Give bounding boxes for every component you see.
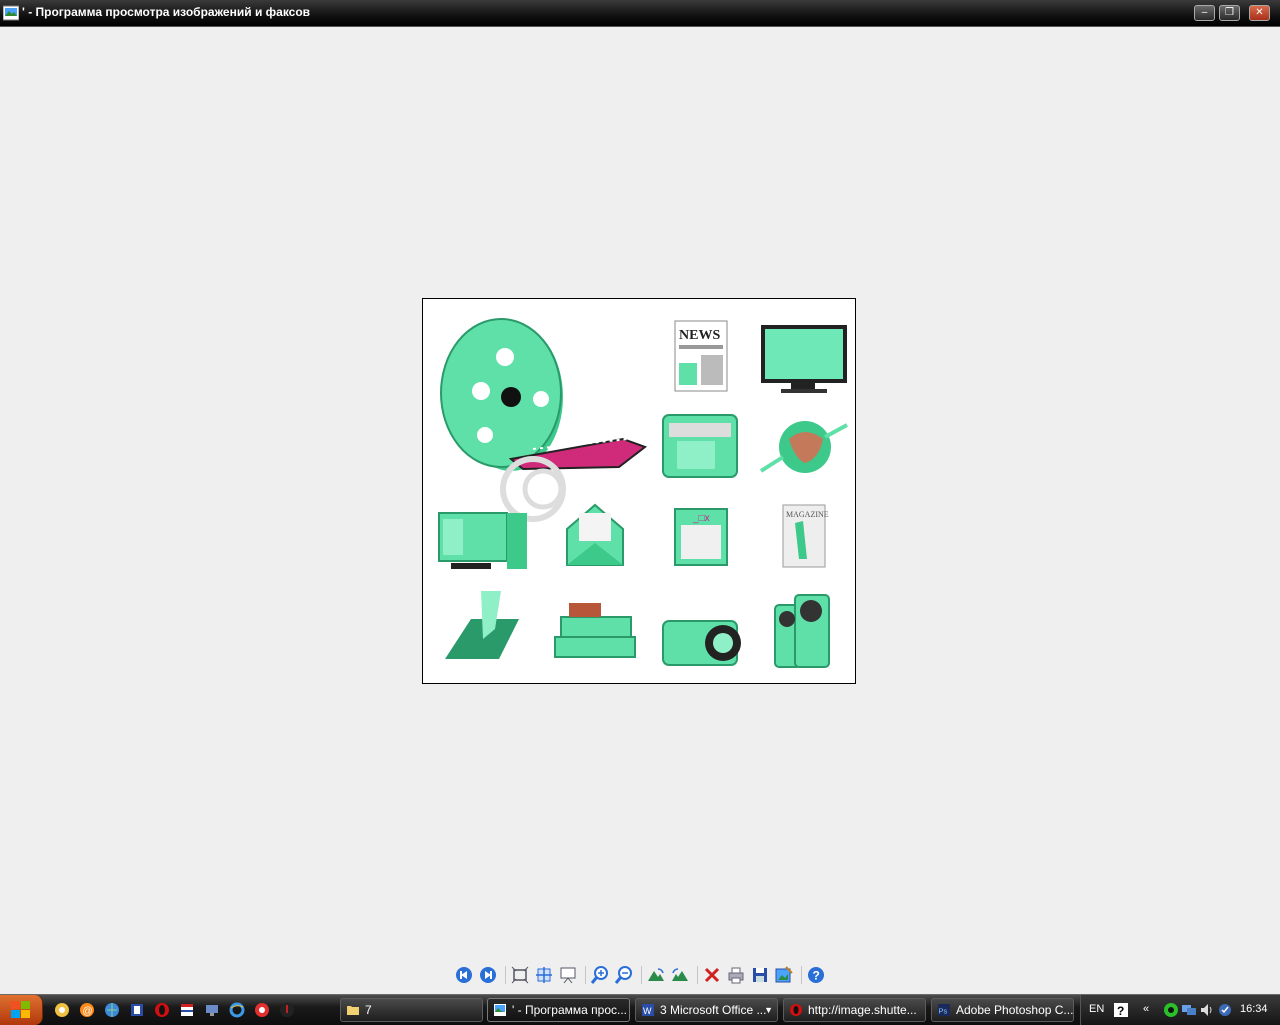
chevron-down-icon: ▼	[764, 1005, 773, 1015]
help-button[interactable]: ?	[806, 965, 826, 985]
books-icon	[554, 603, 636, 658]
opera-icon	[790, 1004, 802, 1016]
close-button[interactable]: ✕	[1249, 5, 1270, 21]
window-icon: _□x	[674, 508, 728, 566]
magazine-icon: MAGAZINE	[782, 504, 829, 568]
word-icon: W	[642, 1004, 654, 1016]
messenger-icon[interactable]	[54, 1002, 70, 1018]
camera-icon	[662, 620, 741, 666]
print-button[interactable]	[726, 965, 746, 985]
toolbar-separator	[585, 966, 586, 984]
image-viewer-icon	[494, 1004, 506, 1016]
zoom-out-button[interactable]	[614, 965, 634, 985]
rotate-counterclockwise-button[interactable]	[670, 965, 690, 985]
next-image-button[interactable]	[478, 965, 498, 985]
task-folder-7[interactable]: 7	[340, 998, 483, 1022]
zoom-in-button[interactable]	[590, 965, 610, 985]
task-adobe-photoshop[interactable]: Ps Adobe Photoshop C...	[931, 998, 1074, 1022]
best-fit-button[interactable]	[510, 965, 530, 985]
taskbar: @ 7 ' - Программа прос... W 3 Microsoft …	[0, 994, 1280, 1025]
internet-explorer-icon[interactable]	[229, 1002, 245, 1018]
icon-set-picture: NEWS _□x MAGAZINE	[438, 318, 848, 668]
slideshow-button[interactable]	[558, 965, 578, 985]
volume-icon[interactable]	[1199, 1002, 1215, 1018]
opera-icon[interactable]	[154, 1002, 170, 1018]
icq-icon[interactable]	[1163, 1002, 1179, 1018]
folder-icon	[347, 1006, 359, 1015]
window-title: ' - Программа просмотра изображений и фа…	[22, 5, 311, 19]
maximize-button[interactable]: ❐	[1219, 5, 1240, 21]
language-indicator[interactable]: EN	[1089, 1003, 1104, 1015]
show-hidden-icons-chevron[interactable]: «	[1143, 1003, 1149, 1015]
minimize-button[interactable]: –	[1194, 5, 1215, 21]
radio-icon	[662, 414, 738, 478]
save-button[interactable]	[750, 965, 770, 985]
envelope-icon	[566, 503, 624, 566]
clock[interactable]: 16:34	[1240, 1003, 1268, 1015]
task-opera-browser[interactable]: http://image.shutte...	[783, 998, 926, 1022]
network-connection-icon[interactable]	[1181, 1002, 1197, 1018]
red-app-icon[interactable]	[254, 1002, 270, 1018]
svg-text:Ps: Ps	[939, 1007, 948, 1016]
help-icon[interactable]: ?	[1113, 1002, 1129, 1018]
rotate-clockwise-button[interactable]	[646, 965, 666, 985]
document-pen-icon	[445, 591, 519, 659]
toolbar-separator	[801, 966, 802, 984]
svg-text:W: W	[643, 1006, 652, 1016]
image-viewer-icon	[3, 5, 19, 21]
network-icon[interactable]	[204, 1002, 220, 1018]
delete-button[interactable]	[702, 965, 722, 985]
magazine-text: MAGAZINE	[786, 510, 829, 519]
system-tray: EN ? « 16:34	[1080, 995, 1280, 1025]
security-icon[interactable]	[1217, 1002, 1233, 1018]
actual-size-button[interactable]	[534, 965, 554, 985]
task-image-viewer[interactable]: ' - Программа прос...	[487, 998, 630, 1022]
film-reel-icon	[440, 318, 648, 522]
previous-image-button[interactable]	[454, 965, 474, 985]
displayed-image[interactable]: NEWS _□x MAGAZINE	[422, 298, 856, 684]
svg-text:@: @	[83, 1006, 93, 1017]
mail-agent-icon[interactable]: @	[79, 1002, 95, 1018]
svg-text:?: ?	[813, 969, 820, 983]
toolbar-separator	[697, 966, 698, 984]
edit-button[interactable]	[774, 965, 794, 985]
newspaper-icon: NEWS	[674, 320, 728, 392]
speakers-icon	[774, 594, 830, 668]
globe-icon	[759, 421, 848, 473]
viewer-toolbar: ?	[450, 964, 830, 986]
photoshop-icon: Ps	[938, 1004, 950, 1016]
svg-text:?: ?	[1117, 1004, 1124, 1018]
start-button[interactable]	[0, 995, 43, 1025]
computer-icon	[438, 512, 527, 569]
toolbar-separator	[641, 966, 642, 984]
music-app-icon[interactable]	[279, 1002, 295, 1018]
globe-browser-icon[interactable]	[104, 1002, 120, 1018]
monitor-icon	[761, 325, 847, 393]
title-bar[interactable]: ' - Программа просмотра изображений и фа…	[0, 0, 1280, 27]
task-microsoft-office[interactable]: W 3 Microsoft Office ... ▼	[635, 998, 778, 1022]
document-flag-icon[interactable]	[179, 1002, 195, 1018]
book-app-icon[interactable]	[129, 1002, 145, 1018]
svg-text:_□x: _□x	[692, 513, 710, 524]
toolbar-separator	[505, 966, 506, 984]
news-text: NEWS	[679, 328, 720, 343]
windows-logo-icon	[11, 1001, 30, 1018]
